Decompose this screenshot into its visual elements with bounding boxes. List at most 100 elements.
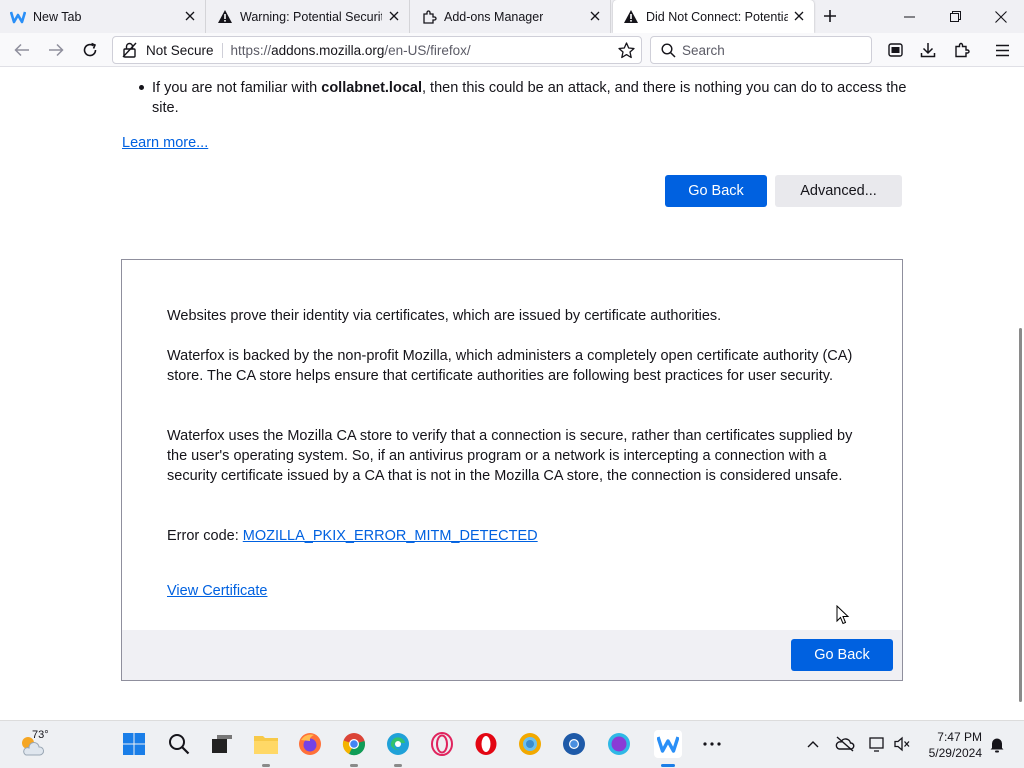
- onedrive-offline-icon[interactable]: [832, 731, 858, 757]
- tab-title: Did Not Connect: Potential: [646, 9, 788, 24]
- chevron-up-icon[interactable]: [800, 731, 826, 757]
- search-icon[interactable]: [166, 731, 192, 757]
- view-certificate-line: View Certificate: [167, 581, 867, 601]
- close-icon[interactable]: [792, 9, 806, 23]
- windows-taskbar: 73° 7:47 PM 5/29/2024: [0, 720, 1024, 768]
- learn-more-link[interactable]: Learn more...: [122, 135, 208, 151]
- puzzle-icon: [955, 42, 970, 58]
- volume-muted-icon[interactable]: [889, 731, 915, 757]
- clipped-text-line: · · · ·: [150, 68, 181, 70]
- reload-button[interactable]: [78, 38, 102, 62]
- insecure-lock-icon[interactable]: [122, 42, 138, 58]
- floorp-icon[interactable]: [606, 731, 632, 757]
- bullet-dot: [139, 85, 144, 90]
- system-clock[interactable]: 7:47 PM 5/29/2024: [918, 729, 982, 761]
- forward-button[interactable]: [44, 38, 68, 62]
- reader-view-button[interactable]: [883, 38, 907, 62]
- url-path: /en-US/firefox/: [384, 42, 471, 58]
- clock-time: 7:47 PM: [937, 730, 982, 744]
- advanced-panel-footer: Go Back: [122, 630, 902, 680]
- opera-icon[interactable]: [473, 731, 499, 757]
- downloads-button[interactable]: [916, 38, 940, 62]
- arrow-left-icon: [14, 43, 29, 57]
- file-explorer-icon[interactable]: [253, 731, 279, 757]
- close-icon[interactable]: [588, 9, 602, 23]
- close-window-button[interactable]: [978, 0, 1024, 33]
- restore-button[interactable]: [932, 0, 978, 33]
- new-tab-button[interactable]: [820, 6, 840, 26]
- warning-bullet: If you are not familiar with collabnet.l…: [152, 78, 912, 118]
- menu-button[interactable]: [990, 38, 1014, 62]
- task-view-icon[interactable]: [209, 731, 235, 757]
- view-certificate-link[interactable]: View Certificate: [167, 583, 267, 599]
- minimize-icon: [903, 16, 915, 18]
- advanced-panel: Websites prove their identity via certif…: [121, 259, 903, 681]
- clock-date: 5/29/2024: [928, 746, 982, 760]
- bookmark-star-icon[interactable]: [618, 42, 635, 62]
- go-back-button[interactable]: Go Back: [791, 639, 893, 671]
- waterfox-icon: [10, 9, 26, 25]
- close-icon[interactable]: [183, 9, 197, 23]
- running-indicator: [262, 764, 270, 767]
- chrome-canary-icon[interactable]: [517, 731, 543, 757]
- download-icon: [920, 43, 936, 58]
- page-scrollbar[interactable]: [1016, 70, 1024, 720]
- go-back-button[interactable]: Go Back: [665, 175, 767, 207]
- temperature: 73°: [32, 729, 49, 741]
- search-placeholder: Search: [682, 42, 725, 58]
- url-domain: addons.mozilla.org: [271, 42, 385, 58]
- error-code-line: Error code: MOZILLA_PKIX_ERROR_MITM_DETE…: [167, 526, 867, 546]
- not-secure-label: Not Secure: [146, 42, 223, 58]
- chrome-icon[interactable]: [341, 731, 367, 757]
- tab-new-tab[interactable]: New Tab: [0, 0, 206, 33]
- tab-title: Warning: Potential Security: [240, 9, 382, 24]
- restore-icon: [949, 11, 961, 22]
- advanced-paragraph: Waterfox is backed by the non-profit Moz…: [167, 348, 853, 384]
- notification-bell-icon[interactable]: [984, 731, 1010, 757]
- running-indicator: [350, 764, 358, 767]
- search-icon: [661, 42, 676, 58]
- close-icon[interactable]: [387, 9, 401, 23]
- advanced-button[interactable]: Advanced...: [775, 175, 902, 207]
- page-content: · · · · If you are not familiar with col…: [0, 68, 1024, 720]
- running-indicator: [394, 764, 402, 767]
- edge-icon[interactable]: [385, 731, 411, 757]
- firefox-icon[interactable]: [297, 731, 323, 757]
- minimize-button[interactable]: [886, 0, 932, 33]
- opera-gx-icon[interactable]: [429, 731, 455, 757]
- advanced-paragraph: Waterfox uses the Mozilla CA store to ve…: [167, 428, 853, 484]
- reload-icon: [83, 42, 97, 57]
- tab-warning[interactable]: Warning: Potential Security: [207, 0, 410, 33]
- start-icon[interactable]: [121, 731, 147, 757]
- warning-icon: [623, 9, 639, 25]
- scrollbar-thumb[interactable]: [1019, 328, 1022, 702]
- navigation-toolbar: Not Secure https://addons.mozilla.org/en…: [0, 33, 1024, 67]
- advanced-paragraph: Websites prove their identity via certif…: [167, 308, 722, 324]
- plus-icon: [824, 10, 836, 22]
- url-bar[interactable]: Not Secure https://addons.mozilla.org/en…: [112, 36, 642, 64]
- close-icon: [995, 10, 1007, 23]
- network-icon[interactable]: [864, 731, 890, 757]
- search-bar[interactable]: Search: [650, 36, 872, 64]
- arrow-right-icon: [49, 43, 64, 57]
- tab-title: Add-ons Manager: [444, 9, 544, 24]
- error-code-link[interactable]: MOZILLA_PKIX_ERROR_MITM_DETECTED: [243, 528, 538, 544]
- bullet-text: If you are not familiar with: [152, 80, 322, 96]
- reader-view-icon: [887, 43, 903, 57]
- back-button[interactable]: [10, 38, 34, 62]
- active-indicator: [661, 764, 675, 767]
- extensions-button[interactable]: [950, 38, 974, 62]
- hamburger-icon: [995, 44, 1009, 56]
- error-code-label: Error code:: [167, 528, 243, 544]
- tab-addons-manager[interactable]: Add-ons Manager: [411, 0, 611, 33]
- chromium-icon[interactable]: [561, 731, 587, 757]
- mouse-cursor-icon: [836, 604, 850, 630]
- url-text[interactable]: https://addons.mozilla.org/en-US/firefox…: [231, 43, 471, 58]
- tab-did-not-connect[interactable]: Did Not Connect: Potential: [613, 0, 814, 33]
- waterfox-icon[interactable]: [654, 730, 682, 758]
- warning-icon: [217, 9, 233, 25]
- puzzle-icon: [421, 9, 437, 25]
- url-prefix: https://: [230, 42, 272, 58]
- more-apps-icon[interactable]: [699, 731, 725, 757]
- bullet-host: collabnet.local: [321, 80, 422, 96]
